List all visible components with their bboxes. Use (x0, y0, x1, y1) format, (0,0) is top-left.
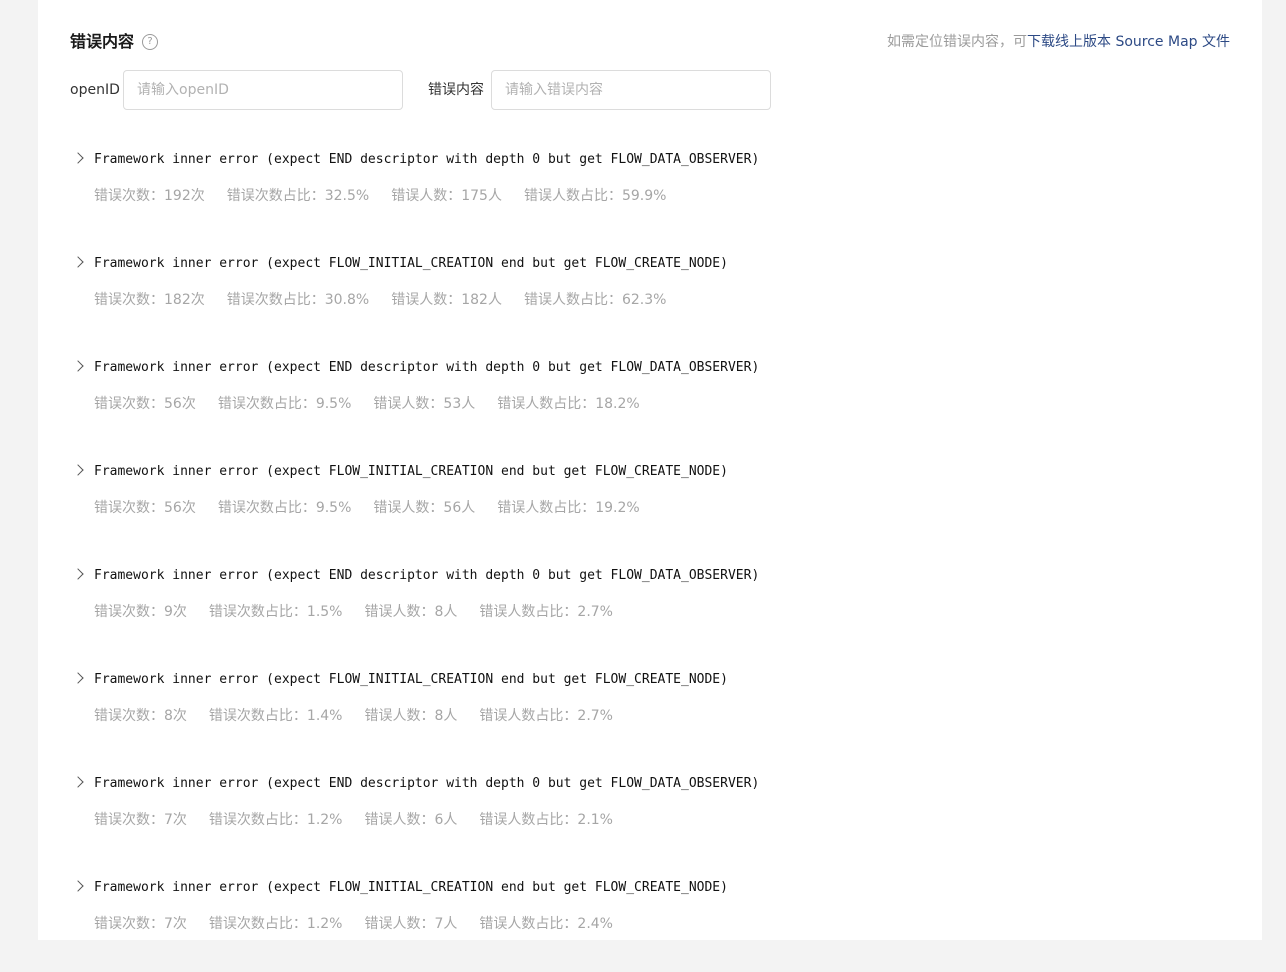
error-message: Framework inner error (expect END descri… (94, 360, 760, 375)
error-users-ratio: 错误人数占比：59.9% (523, 188, 667, 204)
error-list-item: Framework inner error (expect FLOW_INITI… (70, 244, 1230, 348)
error-users-ratio: 错误人数占比：18.2% (497, 396, 640, 412)
question-circle-icon[interactable]: ? (142, 34, 158, 50)
error-count: 错误次数：56次 (94, 500, 196, 516)
error-users: 错误人数：7人 (364, 916, 458, 932)
error-count-ratio: 错误次数占比：9.5% (217, 500, 352, 516)
error-count-ratio: 错误次数占比：1.4% (208, 708, 343, 724)
error-count: 错误次数：192次 (94, 188, 205, 204)
error-content-card: 错误内容 ? 如需定位错误内容，可下载线上版本 Source Map 文件 op… (38, 0, 1262, 940)
error-count-ratio: 错误次数占比：32.5% (226, 188, 370, 204)
error-stats: 错误次数：7次 错误次数占比：1.2% 错误人数：7人 错误人数占比：2.4% (94, 914, 635, 934)
error-list-item: Framework inner error (expect FLOW_INITI… (70, 452, 1230, 556)
download-source-map-link[interactable]: 下载线上版本 Source Map 文件 (1027, 34, 1230, 50)
error-users: 错误人数：56人 (373, 500, 476, 516)
error-message: Framework inner error (expect FLOW_INITI… (94, 672, 728, 687)
error-content-label: 错误内容 (428, 82, 484, 98)
chevron-right-icon (72, 568, 84, 580)
error-stats: 错误次数：8次 错误次数占比：1.4% 错误人数：8人 错误人数占比：2.7% (94, 706, 635, 726)
error-count: 错误次数：182次 (94, 292, 205, 308)
card-header: 错误内容 ? 如需定位错误内容，可下载线上版本 Source Map 文件 (70, 30, 1230, 54)
error-message: Framework inner error (expect FLOW_INITI… (94, 464, 728, 479)
chevron-right-icon (72, 256, 84, 268)
error-users-ratio: 错误人数占比：62.3% (523, 292, 667, 308)
error-message: Framework inner error (expect FLOW_INITI… (94, 256, 728, 271)
chevron-right-icon (72, 776, 84, 788)
error-users: 错误人数：8人 (364, 708, 458, 724)
error-stats: 错误次数：9次 错误次数占比：1.5% 错误人数：8人 错误人数占比：2.7% (94, 602, 635, 622)
error-count: 错误次数：56次 (94, 396, 196, 412)
error-users-ratio: 错误人数占比：2.1% (479, 812, 613, 828)
chevron-right-icon (72, 880, 84, 892)
error-users-ratio: 错误人数占比：2.7% (479, 604, 613, 620)
error-list-item: Framework inner error (expect FLOW_INITI… (70, 660, 1230, 764)
error-stats: 错误次数：56次 错误次数占比：9.5% 错误人数：56人 错误人数占比：19.2% (94, 498, 662, 518)
error-stats: 错误次数：182次 错误次数占比：30.8% 错误人数：182人 错误人数占比：62.… (94, 290, 688, 310)
error-count: 错误次数：9次 (94, 604, 187, 620)
error-count-ratio: 错误次数占比：1.2% (208, 812, 343, 828)
error-users: 错误人数：182人 (391, 292, 502, 308)
error-users: 错误人数：6人 (364, 812, 458, 828)
error-list-item: Framework inner error (expect FLOW_INITI… (70, 868, 1230, 972)
error-users: 错误人数：175人 (391, 188, 502, 204)
openid-label: openID (70, 82, 120, 98)
error-message: Framework inner error (expect END descri… (94, 152, 760, 167)
error-list-item: Framework inner error (expect END descri… (70, 348, 1230, 452)
error-stats: 错误次数：192次 错误次数占比：32.5% 错误人数：175人 错误人数占比：59.… (94, 186, 688, 206)
error-list-item: Framework inner error (expect END descri… (70, 764, 1230, 868)
error-count-ratio: 错误次数占比：1.5% (208, 604, 343, 620)
error-users-ratio: 错误人数占比：2.4% (479, 916, 613, 932)
error-users: 错误人数：8人 (364, 604, 458, 620)
chevron-right-icon (72, 152, 84, 164)
error-count: 错误次数：8次 (94, 708, 187, 724)
error-count-ratio: 错误次数占比：9.5% (217, 396, 352, 412)
error-stats: 错误次数：7次 错误次数占比：1.2% 错误人数：6人 错误人数占比：2.1% (94, 810, 635, 830)
error-message: Framework inner error (expect END descri… (94, 568, 760, 583)
error-list-item: Framework inner error (expect END descri… (70, 140, 1230, 244)
error-list-item: Framework inner error (expect END descri… (70, 556, 1230, 660)
error-message: Framework inner error (expect END descri… (94, 776, 760, 791)
error-users-ratio: 错误人数占比：2.7% (479, 708, 613, 724)
error-content-input[interactable] (491, 70, 771, 110)
chevron-right-icon (72, 360, 84, 372)
error-count-ratio: 错误次数占比：30.8% (226, 292, 370, 308)
chevron-right-icon (72, 464, 84, 476)
hint-text: 如需定位错误内容，可 (887, 34, 1028, 50)
error-users-ratio: 错误人数占比：19.2% (497, 500, 640, 516)
error-count: 错误次数：7次 (94, 916, 187, 932)
section-title: 错误内容 (70, 32, 135, 51)
error-stats: 错误次数：56次 错误次数占比：9.5% 错误人数：53人 错误人数占比：18.2% (94, 394, 662, 414)
error-message: Framework inner error (expect FLOW_INITI… (94, 880, 728, 895)
source-map-hint: 如需定位错误内容，可下载线上版本 Source Map 文件 (887, 30, 1230, 54)
error-list: Framework inner error (expect END descri… (70, 140, 1230, 972)
openid-input[interactable] (123, 70, 403, 110)
chevron-right-icon (72, 672, 84, 684)
error-count-ratio: 错误次数占比：1.2% (208, 916, 343, 932)
error-users: 错误人数：53人 (373, 396, 476, 412)
error-count: 错误次数：7次 (94, 812, 187, 828)
